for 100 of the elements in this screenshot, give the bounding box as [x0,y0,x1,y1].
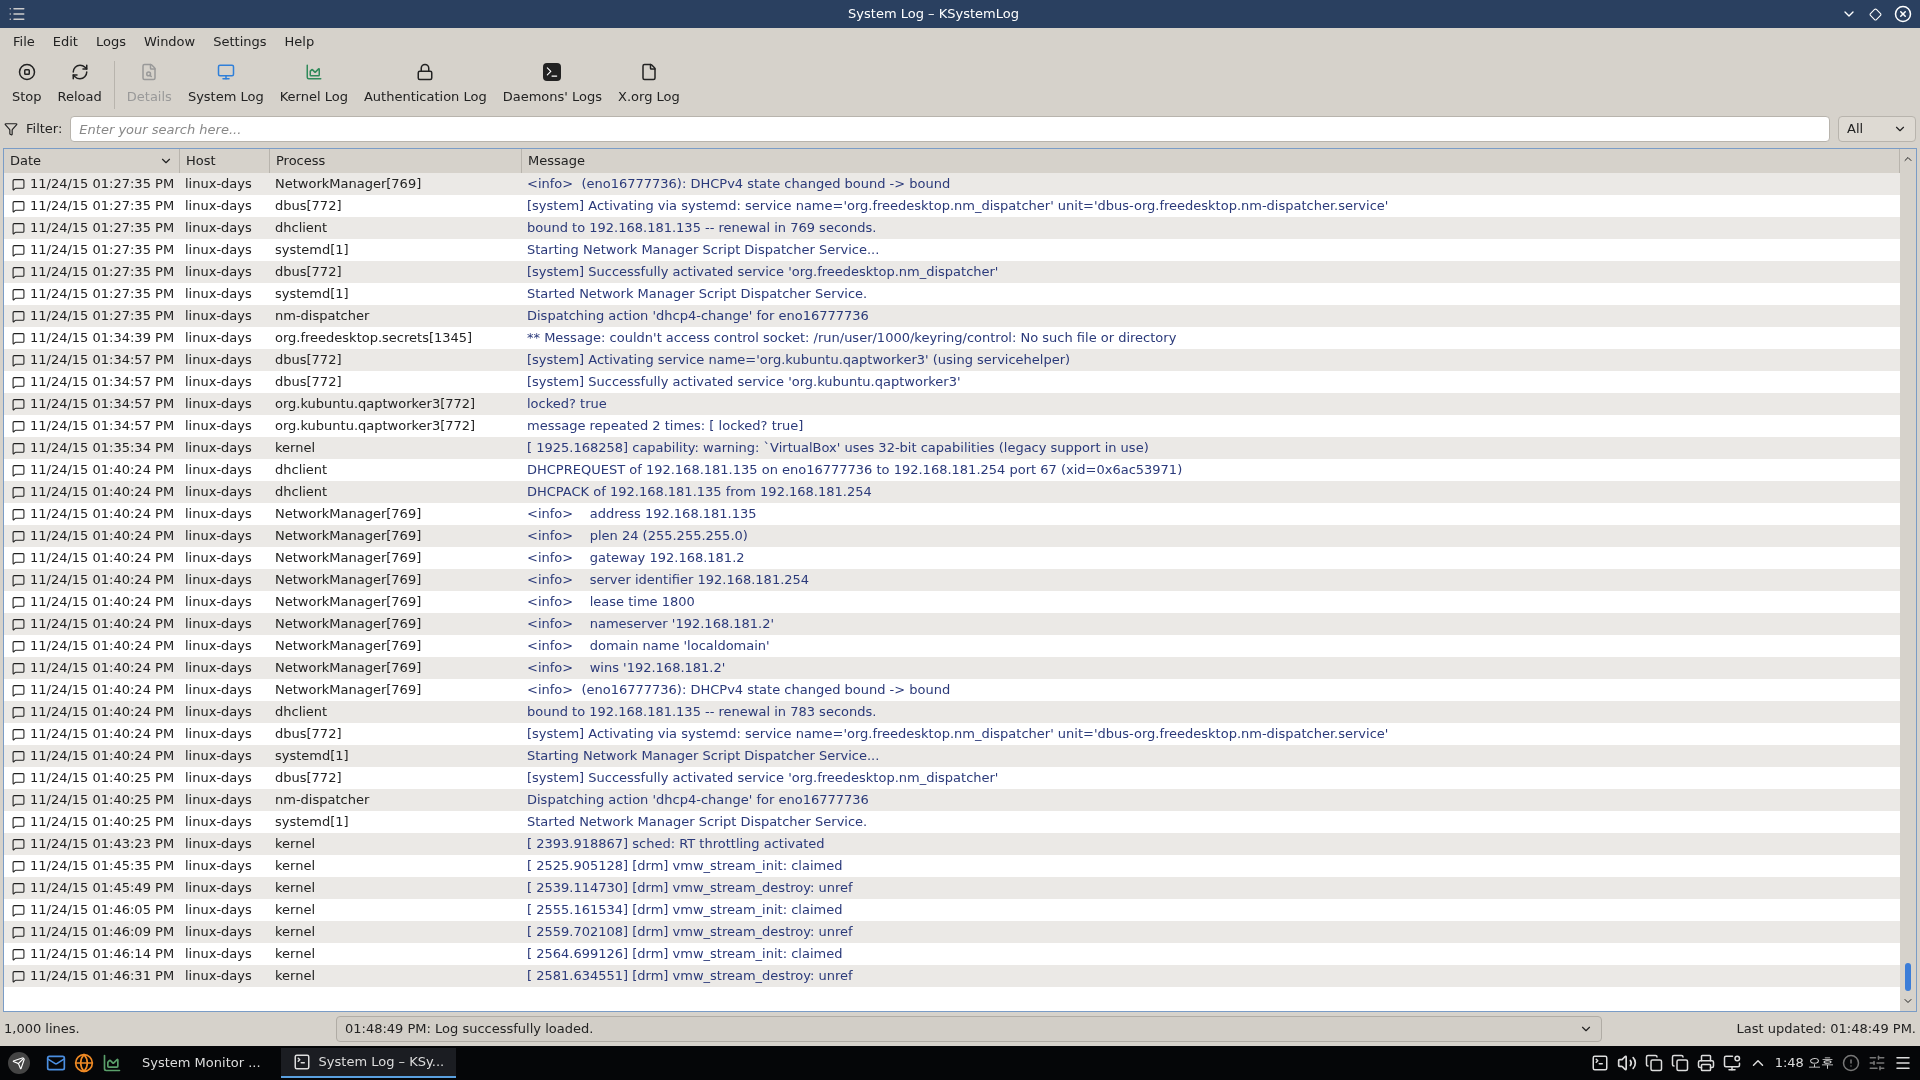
table-cell-text: kernel [274,967,317,986]
chart-icon[interactable] [102,1053,122,1073]
info-icon [12,419,25,433]
clock[interactable]: 1:48 오후 [1774,1053,1834,1073]
table-cell-text: linux-days [184,307,253,326]
table-cell-text: linux-days [184,593,253,612]
launcher-icon[interactable] [8,1052,30,1074]
search-field[interactable]: Enter your search here... [70,116,1830,142]
table-cell-text: dbus[772] [274,373,343,392]
info-icon [12,639,25,653]
browser-icon[interactable] [74,1053,94,1073]
notification-icon[interactable] [1842,1054,1860,1072]
table-cell-text: [system] Activating via systemd: service name='org.freedesktop.nm_dispatcher' unit='dbus-org.freedesktop.nm-dispatcher.service' [526,197,1390,216]
menu-item[interactable]: Edit [43,32,87,52]
menu-item[interactable]: Help [275,32,324,52]
toolbar-button[interactable]: Kernel Log [271,59,356,111]
table-cell-text: 11/24/15 01:27:35 PM [30,219,175,238]
table-cell-text: <info> wins '192.168.181.2' [526,659,727,678]
table-cell-text: NetworkManager[769] [274,549,423,568]
table-cell-text: linux-days [184,615,253,634]
table-cell-text: 11/24/15 01:40:24 PM [30,637,175,656]
info-icon [12,771,25,785]
info-icon [12,397,25,411]
table-cell-text: [ 2539.114730] [drm] vmw_stream_destroy: unref [526,879,854,898]
info-icon [12,287,25,301]
table-cell-text: <info> (eno16777736): DHCPv4 state changed bound -> bound [526,175,952,194]
toolbar-button[interactable]: Stop [4,59,50,111]
info-icon [12,463,25,477]
table-cell-text: 11/24/15 01:40:25 PM [30,813,175,832]
info-icon [12,815,25,829]
close-icon[interactable] [1894,5,1912,23]
table-cell-text: 11/24/15 01:40:24 PM [30,527,175,546]
table-cell-text: 11/24/15 01:40:24 PM [30,659,175,678]
mail-icon[interactable] [46,1053,66,1073]
toolbar-button[interactable]: X.org Log [610,59,688,111]
stop-icon [17,63,36,82]
table-cell-text: ** Message: couldn't access control socket: /run/user/1000/keyring/control: No such file or directory [526,329,1178,348]
scrollbar[interactable] [1900,149,1916,1011]
table-cell-text: linux-days [184,263,253,282]
menu-item[interactable]: File [4,32,44,52]
window-icon [292,1053,311,1071]
toolbar-button[interactable]: Daemons' Logs [494,59,611,111]
toolbar-button[interactable]: Authentication Log [355,59,495,111]
status-message-box[interactable]: 01:48:49 PM: Log successfully loaded. [336,1016,1602,1042]
scroll-thumb[interactable] [1905,963,1911,991]
table-cell-text: dhclient [274,483,329,502]
table-cell-text: NetworkManager[769] [274,637,423,656]
table-cell-text: org.kubuntu.qaptworker3[772] [274,395,477,414]
line-count: 1,000 lines. [4,1020,81,1039]
toolbar-button[interactable]: Reload [49,59,110,111]
info-icon [12,661,25,675]
table-cell-text: 11/24/15 01:46:14 PM [30,945,175,964]
table-cell-text: linux-days [184,901,253,920]
document-search-icon [140,63,159,82]
menu-icon[interactable] [1894,1054,1912,1072]
table-cell-text: [ 2393.918867] sched: RT throttling activated [526,835,826,854]
table-cell-text: NetworkManager[769] [274,659,423,678]
table-cell-text: NetworkManager[769] [274,593,423,612]
terminal-icon [543,63,562,82]
table-cell-text: kernel [274,879,317,898]
volume-icon[interactable] [1616,1053,1637,1073]
clipboard-icon[interactable] [1644,1054,1663,1072]
table-cell-text: NetworkManager[769] [274,571,423,590]
table-cell-text: org.freedesktop.secrets[1345] [274,329,474,348]
table-cell-text: [ 2564.699126] [drm] vmw_stream_init: claimed [526,945,844,964]
table-cell-text: dbus[772] [274,263,343,282]
table-cell-text: dbus[772] [274,725,343,744]
maximize-icon[interactable] [1869,7,1882,21]
table-cell-text: linux-days [184,857,253,876]
menu-item[interactable]: Settings [204,32,276,52]
info-icon [12,309,25,323]
terminal-icon[interactable] [1590,1054,1609,1072]
table-cell-text: linux-days [184,835,253,854]
table-cell-text: DHCPACK of 192.168.181.135 from 192.168.181.254 [526,483,873,502]
status-text: 01:48:49 PM: Log successfully loaded. [345,1020,594,1039]
table-cell-text: linux-days [184,351,253,370]
table-cell-text: linux-days [184,285,253,304]
info-icon [12,177,25,191]
table-cell-text: linux-days [184,329,253,348]
menu-item[interactable]: Window [134,32,205,52]
taskbar-task[interactable]: System Log – KSy... [280,1048,457,1078]
menu-item[interactable]: Logs [86,32,135,52]
table-cell-text: linux-days [184,549,253,568]
table-cell-text: nm-dispatcher [274,791,371,810]
device-icon[interactable] [1696,1054,1715,1072]
scope-dropdown[interactable]: All [1838,116,1916,142]
app-icon [8,5,26,23]
display-icon[interactable] [1722,1054,1741,1072]
table-cell-text: linux-days [184,483,253,502]
table-cell-text: <info> (eno16777736): DHCPv4 state changed bound -> bound [526,681,952,700]
taskbar-task[interactable]: System Monitor ... [130,1048,273,1078]
toolbar-button[interactable]: System Log [179,59,272,111]
table-cell-text: [system] Successfully activated service 'org.kubuntu.qaptworker3' [526,373,962,392]
document-icon [639,63,658,82]
table-cell-text: linux-days [184,923,253,942]
table-cell-text: dhclient [274,703,329,722]
table-cell-text: bound to 192.168.181.135 -- renewal in 783 seconds. [526,703,878,722]
settings-icon[interactable] [1868,1054,1886,1072]
clipboard-icon[interactable] [1670,1054,1689,1072]
table-cell-text: 11/24/15 01:27:35 PM [30,197,175,216]
